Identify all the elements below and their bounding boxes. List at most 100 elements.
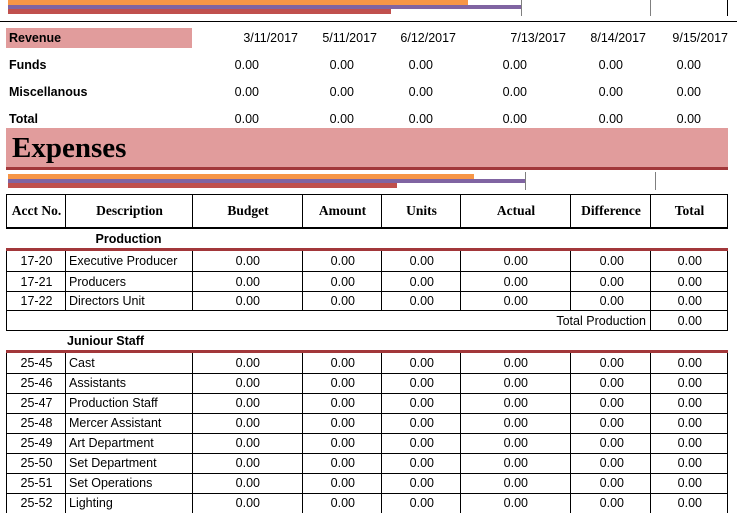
amount-value: 0.00 [330, 254, 355, 268]
total-value: 0.00 [677, 356, 702, 370]
amount-value: 0.00 [330, 356, 355, 370]
junior-staff-table: 25-45 Cast 0.00 0.00 0.00 0.00 0.00 0.00… [6, 353, 728, 513]
acct-no: 17-21 [20, 275, 53, 289]
top-rule [0, 21, 737, 22]
description: Production Staff [69, 396, 158, 410]
actual-value: 0.00 [503, 254, 528, 268]
revenue-row-funds: Funds 0.00 0.00 0.00 0.00 0.00 0.00 [0, 55, 737, 75]
revenue-date-5: 8/14/2017 [590, 31, 646, 45]
amount-value: 0.00 [330, 416, 355, 430]
expenses-banner-underline [6, 167, 728, 170]
amount-value: 0.00 [330, 275, 355, 289]
units-value: 0.00 [409, 496, 434, 510]
production-table: 17-20 Executive Producer 0.00 0.00 0.00 … [6, 251, 728, 331]
actual-value: 0.00 [503, 436, 528, 450]
units-value: 0.00 [409, 476, 434, 490]
actual-value: 0.00 [503, 456, 528, 470]
difference-value: 0.00 [599, 416, 624, 430]
total-value: 0.00 [677, 476, 702, 490]
actual-value: 0.00 [503, 376, 528, 390]
top-bar-divider-2 [650, 0, 651, 16]
budget-value: 0.00 [235, 376, 260, 390]
header-description: Description [96, 203, 163, 218]
difference-value: 0.00 [599, 396, 624, 410]
acct-no: 25-48 [20, 416, 53, 430]
difference-value: 0.00 [599, 294, 624, 308]
production-heading: Production [95, 232, 162, 246]
difference-value: 0.00 [599, 356, 624, 370]
actual-value: 0.00 [503, 496, 528, 510]
table-row: 25-45 Cast 0.00 0.00 0.00 0.00 0.00 0.00 [7, 353, 729, 373]
acct-no: 25-46 [20, 376, 53, 390]
header-units: Units [406, 203, 437, 218]
revenue-value: 0.00 [502, 85, 527, 99]
header-budget: Budget [227, 203, 269, 218]
revenue-date-3: 6/12/2017 [400, 31, 456, 45]
table-row: 25-46 Assistants 0.00 0.00 0.00 0.00 0.0… [7, 373, 729, 393]
expenses-title: Expenses [12, 132, 127, 164]
mid-red-bar [8, 183, 397, 188]
revenue-value: 0.00 [676, 58, 701, 72]
revenue-value: 0.00 [234, 85, 259, 99]
table-row: 25-50 Set Department 0.00 0.00 0.00 0.00… [7, 453, 729, 473]
header-difference: Difference [581, 203, 641, 218]
expenses-banner: Expenses [6, 128, 728, 168]
table-row: 17-21 Producers 0.00 0.00 0.00 0.00 0.00… [7, 272, 729, 292]
table-row: 25-48 Mercer Assistant 0.00 0.00 0.00 0.… [7, 413, 729, 433]
acct-no: 17-20 [20, 254, 53, 268]
difference-value: 0.00 [599, 275, 624, 289]
revenue-value: 0.00 [329, 58, 354, 72]
description: Mercer Assistant [69, 416, 162, 430]
junior-staff-heading: Juniour Staff [67, 334, 145, 348]
budget-value: 0.00 [235, 496, 260, 510]
revenue-header-row: Revenue 3/11/2017 5/11/2017 6/12/2017 7/… [0, 28, 737, 48]
revenue-date-6: 9/15/2017 [672, 31, 728, 45]
actual-value: 0.00 [503, 275, 528, 289]
description: Lighting [69, 496, 113, 510]
description: Art Department [69, 436, 154, 450]
revenue-value: 0.00 [408, 85, 433, 99]
acct-no: 25-51 [20, 476, 53, 490]
total-value: 0.00 [677, 456, 702, 470]
col-divider [65, 353, 66, 513]
revenue-value: 0.00 [598, 58, 623, 72]
budget-value: 0.00 [235, 254, 260, 268]
description: Cast [69, 356, 95, 370]
difference-value: 0.00 [599, 496, 624, 510]
header-divider [460, 195, 461, 227]
revenue-row-label: Miscellanous [9, 85, 88, 99]
table-row: 25-47 Production Staff 0.00 0.00 0.00 0.… [7, 393, 729, 413]
col-divider [302, 353, 303, 513]
units-value: 0.00 [409, 376, 434, 390]
revenue-value: 0.00 [676, 112, 701, 126]
table-row: 25-51 Set Operations 0.00 0.00 0.00 0.00… [7, 473, 729, 493]
header-acct-no: Acct No. [11, 203, 62, 218]
col-divider [302, 251, 303, 310]
revenue-date-2: 5/11/2017 [322, 31, 377, 45]
budget-value: 0.00 [235, 416, 260, 430]
budget-value: 0.00 [235, 356, 260, 370]
total-value: 0.00 [677, 496, 702, 510]
revenue-value: 0.00 [408, 58, 433, 72]
col-divider [460, 353, 461, 513]
budget-value: 0.00 [235, 436, 260, 450]
col-divider [65, 251, 66, 310]
revenue-row-label: Total [9, 112, 38, 126]
units-value: 0.00 [409, 456, 434, 470]
top-red-bar [8, 9, 391, 14]
amount-value: 0.00 [330, 396, 355, 410]
difference-value: 0.00 [599, 456, 624, 470]
budget-value: 0.00 [235, 476, 260, 490]
revenue-value: 0.00 [676, 85, 701, 99]
revenue-date-4: 7/13/2017 [510, 31, 566, 45]
revenue-value: 0.00 [502, 112, 527, 126]
header-divider [570, 195, 571, 227]
acct-no: 17-22 [20, 294, 53, 308]
total-production-row: Total Production 0.00 [7, 311, 729, 331]
revenue-value: 0.00 [329, 85, 354, 99]
header-actual: Actual [496, 203, 536, 218]
description: Directors Unit [69, 294, 145, 308]
col-divider [570, 353, 571, 513]
header-divider [65, 195, 66, 227]
budget-value: 0.00 [235, 275, 260, 289]
